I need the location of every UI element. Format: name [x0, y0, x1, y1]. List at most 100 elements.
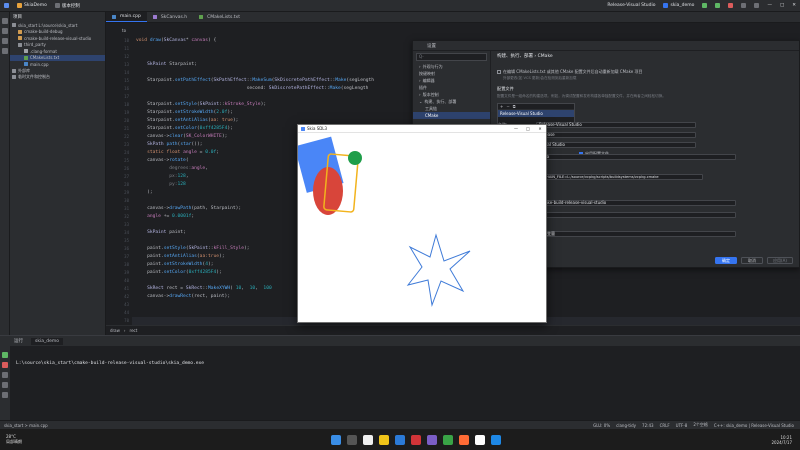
sdl-icon[interactable]	[474, 434, 485, 445]
nav-label: CMake	[425, 113, 439, 118]
toolchain-select[interactable]: Visual Studio	[536, 141, 696, 148]
status-position[interactable]: 72:43	[642, 423, 654, 428]
stop-icon[interactable]	[2, 362, 8, 368]
maximize-button[interactable]: □	[776, 0, 788, 12]
commit-tool-icon[interactable]	[2, 28, 8, 34]
project-tool-icon[interactable]	[2, 18, 8, 24]
status-encoding[interactable]: UTF-8	[676, 423, 688, 428]
settings-search-input[interactable]: Q-	[416, 53, 487, 61]
profile-name-input[interactable]: Release-Visual Studio	[536, 121, 696, 128]
trash-icon[interactable]	[2, 392, 8, 398]
run-button[interactable]	[698, 0, 711, 12]
target-selector[interactable]: skia_demo	[659, 0, 698, 12]
clock[interactable]: 10:21 2024/7/17	[771, 435, 800, 445]
project-switcher[interactable]: SkiaDemo	[13, 0, 51, 12]
code-line: static float angle = 0.0f;	[147, 150, 220, 155]
line-number: 39	[124, 270, 129, 275]
minimize-button[interactable]: —	[510, 126, 522, 131]
build-dir-input[interactable]: cmake-build-release-visual-studio	[536, 199, 736, 206]
run-config-tab[interactable]: skia_demo	[31, 337, 63, 345]
status-linter[interactable]: clang-tidy	[616, 423, 636, 428]
tree-item-scratches[interactable]: 临时文件和控制台	[10, 74, 105, 81]
tab-cmakelists[interactable]: CMakeLists.txt	[193, 12, 246, 22]
nav-keymap[interactable]: 按键映射	[413, 70, 490, 77]
profile-item[interactable]: Release-Visual Studio	[498, 110, 574, 117]
auto-reload-checkbox[interactable]: 在编辑 CMakeLists.txt 或其他 CMake 配置文件后自动重新加载…	[497, 69, 642, 75]
rerun-icon[interactable]	[2, 352, 8, 358]
clion-icon[interactable]	[458, 434, 469, 445]
start-icon[interactable]	[330, 434, 341, 445]
remove-profile-button[interactable]: −	[506, 104, 509, 109]
nav-build[interactable]: ⌄ 构建、执行、部署	[413, 98, 490, 105]
skia-canvas[interactable]	[294, 133, 546, 322]
edge-icon[interactable]	[394, 434, 405, 445]
status-indent[interactable]: 2个空格	[693, 422, 708, 428]
ok-button[interactable]: 确定	[715, 257, 737, 264]
debug-button[interactable]	[711, 0, 724, 12]
nav-appearance[interactable]: › 外观与行为	[413, 63, 490, 70]
cpp-file-icon	[24, 62, 28, 67]
print-icon[interactable]	[2, 382, 8, 388]
nav-editor[interactable]: › 编辑器	[413, 77, 490, 84]
app-icon[interactable]	[410, 434, 421, 445]
line-number: 70	[124, 318, 129, 323]
file-explorer-icon[interactable]	[378, 434, 389, 445]
more-tools-icon[interactable]	[2, 48, 8, 54]
generator-select[interactable]: Ninja	[536, 153, 736, 160]
line-number: 11	[124, 46, 129, 51]
nav-toolchains[interactable]: 工具链	[413, 105, 490, 112]
structure-tool-icon[interactable]	[2, 38, 8, 44]
gear-icon[interactable]	[750, 0, 763, 12]
code-line: );	[136, 190, 153, 195]
line-number: 13	[124, 62, 129, 67]
status-path[interactable]: skia_start > main.cpp	[4, 423, 48, 428]
minimize-button[interactable]: —	[763, 0, 776, 12]
red-oval	[313, 167, 343, 215]
tab-main-cpp[interactable]: main.cpp	[106, 12, 147, 22]
line-number: 44	[124, 310, 129, 315]
maximize-button[interactable]: □	[522, 126, 534, 131]
nav-cmake[interactable]: CMake	[413, 112, 490, 119]
cpp-file-icon	[112, 14, 116, 19]
build-options-input[interactable]: -j 6	[536, 211, 736, 218]
code-line: SkPaint Starpaint;	[147, 62, 197, 67]
tab-skcanvas-h[interactable]: SkCanvas.h	[147, 12, 193, 22]
tree-item-cmake-build-release[interactable]: cmake-build-release-visual-studio	[10, 35, 105, 42]
line-number: 23	[124, 142, 129, 147]
copy-profile-button[interactable]: ⧉	[513, 104, 516, 109]
add-profile-button[interactable]: +	[500, 104, 503, 109]
code-line: py:128	[169, 182, 186, 187]
nav-plugins[interactable]: 插件	[413, 84, 490, 91]
cancel-button[interactable]: 取消	[741, 257, 763, 264]
breadcrumb-item[interactable]: rect	[130, 328, 138, 333]
main-menu-button[interactable]	[0, 0, 13, 12]
close-button[interactable]: ✕	[534, 126, 546, 131]
wechat-icon[interactable]	[442, 434, 453, 445]
environment-input[interactable]: 环境变量	[536, 230, 736, 237]
search-icon[interactable]	[346, 434, 357, 445]
build-type-select[interactable]: Release	[536, 131, 696, 138]
nav-label: 工具链	[425, 105, 437, 111]
close-button[interactable]: ✕	[788, 0, 800, 12]
tree-item-label: third_party	[24, 42, 46, 48]
line-number: 16	[124, 86, 129, 91]
apply-button[interactable]: 应用(A)	[767, 257, 793, 264]
task-view-icon[interactable]	[362, 434, 373, 445]
vscode-icon[interactable]	[490, 434, 501, 445]
weather-widget[interactable]: 28°C 局部晴朗	[0, 434, 60, 445]
project-panel-header[interactable]: 项目	[10, 12, 105, 22]
search-icon[interactable]	[737, 0, 750, 12]
breadcrumb-item[interactable]: draw	[110, 328, 120, 333]
vcs-widget[interactable]: 版本控制	[51, 0, 84, 12]
nav-vcs[interactable]: › 版本控制	[413, 91, 490, 98]
scroll-end-icon[interactable]	[2, 372, 8, 378]
run-config-selector[interactable]: Release-Visual Studio	[603, 0, 659, 12]
checkbox-icon	[497, 70, 501, 74]
vs-icon[interactable]	[426, 434, 437, 445]
status-line-ending[interactable]: CRLF	[660, 423, 670, 428]
status-context[interactable]: C++: skia_demo | Release-Visual Studio	[714, 423, 794, 428]
tree-item-label: skia_start L:\source\skia_start	[18, 22, 78, 28]
line-number: 37	[124, 254, 129, 259]
line-number: 27	[124, 174, 129, 179]
stop-button[interactable]	[724, 0, 737, 12]
